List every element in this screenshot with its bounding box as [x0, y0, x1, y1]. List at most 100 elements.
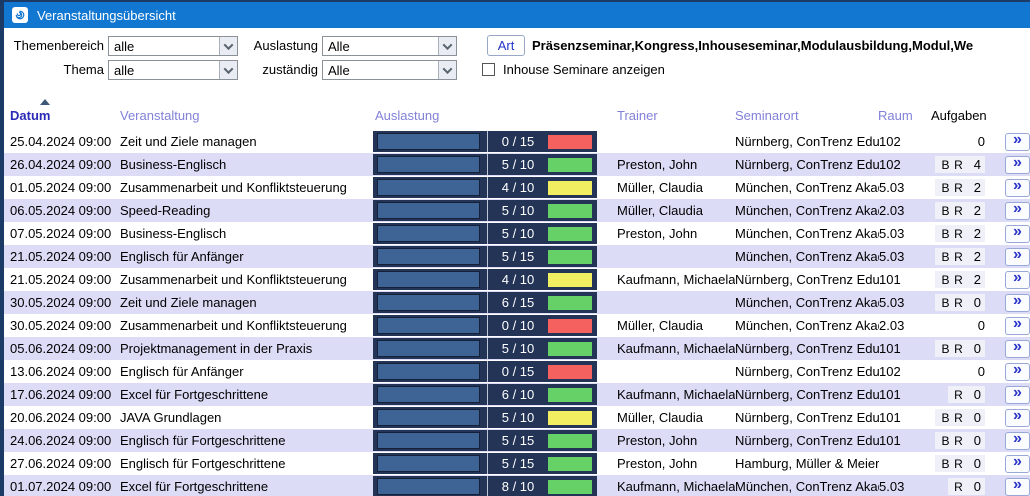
- table-row[interactable]: 27.06.2024 09:00 Englisch für Fortgeschr…: [4, 452, 1030, 475]
- status-indicator: [548, 158, 592, 172]
- double-chevron-icon: »: [1013, 225, 1022, 239]
- task-badge-box: BR0: [935, 294, 985, 311]
- occupancy-strip: 5 / 15: [373, 246, 597, 267]
- open-row-button[interactable]: »: [1005, 202, 1030, 220]
- task-badge-b[interactable]: B: [939, 204, 952, 218]
- row-date: 27.06.2024 09:00: [4, 456, 120, 471]
- task-count: 0: [971, 456, 981, 471]
- task-badge-r[interactable]: R: [952, 411, 965, 425]
- task-badge-box: BR2: [935, 179, 985, 196]
- table-row[interactable]: 05.06.2024 09:00 Projektmanagement in de…: [4, 337, 1030, 360]
- task-badge-b[interactable]: B: [939, 227, 952, 241]
- task-badge-r[interactable]: R: [952, 434, 965, 448]
- open-row-button[interactable]: »: [1005, 455, 1030, 473]
- occupancy-count: 4 / 10: [488, 180, 548, 195]
- title-bar[interactable]: Veranstaltungsübersicht: [4, 2, 1030, 28]
- table-row[interactable]: 13.06.2024 09:00 Englisch für Anfänger 0…: [4, 360, 1030, 383]
- column-header-veranstaltung[interactable]: Veranstaltung: [120, 108, 200, 123]
- double-chevron-icon: »: [1013, 363, 1022, 377]
- task-badge-r[interactable]: R: [952, 342, 965, 356]
- open-row-button[interactable]: »: [1005, 363, 1030, 381]
- column-header-datum[interactable]: Datum: [10, 108, 50, 123]
- open-row-button[interactable]: »: [1005, 248, 1030, 266]
- auslastung-select[interactable]: Alle: [322, 36, 457, 56]
- open-row-button[interactable]: »: [1005, 317, 1030, 335]
- task-badge-r[interactable]: R: [952, 480, 965, 494]
- table-row[interactable]: 24.06.2024 09:00 Englisch für Fortgeschr…: [4, 429, 1030, 452]
- occupancy-bar: [373, 179, 487, 196]
- open-row-button[interactable]: »: [1005, 294, 1030, 312]
- occupancy-bar: [373, 363, 487, 380]
- row-trainer: Kaufmann, Michaela: [617, 341, 735, 356]
- table-row[interactable]: 06.05.2024 09:00 Speed-Reading 5 / 10 Mü…: [4, 199, 1030, 222]
- task-badge-b[interactable]: B: [939, 434, 952, 448]
- row-date: 25.04.2024 09:00: [4, 134, 120, 149]
- task-badge-r[interactable]: R: [952, 457, 965, 471]
- occupancy-strip: 0 / 15: [373, 131, 597, 152]
- task-count: 0: [975, 134, 985, 149]
- open-row-button[interactable]: »: [1005, 179, 1030, 197]
- task-badge-r[interactable]: R: [952, 204, 965, 218]
- row-veranstaltung: Speed-Reading: [120, 203, 373, 218]
- task-badge-r[interactable]: R: [952, 296, 965, 310]
- open-row-button[interactable]: »: [1005, 340, 1030, 358]
- occupancy-strip: 6 / 10: [373, 384, 597, 405]
- window-title: Veranstaltungsübersicht: [37, 8, 176, 23]
- row-seminarort: Nürnberg, ConTrenz Edu: [735, 134, 879, 149]
- task-badge-r[interactable]: R: [952, 227, 965, 241]
- table-row[interactable]: 01.05.2024 09:00 Zusammenarbeit und Konf…: [4, 176, 1030, 199]
- table-row[interactable]: 25.04.2024 09:00 Zeit und Ziele managen …: [4, 130, 1030, 153]
- zustaendig-select[interactable]: Alle: [322, 60, 457, 80]
- tasks-cell: 0: [927, 318, 997, 333]
- task-badge-r[interactable]: R: [952, 250, 965, 264]
- open-row-button[interactable]: »: [1005, 432, 1030, 450]
- table-row[interactable]: 20.06.2024 09:00 JAVA Grundlagen 5 / 10 …: [4, 406, 1030, 429]
- zustaendig-value: Alle: [323, 63, 438, 78]
- open-row-button[interactable]: »: [1005, 478, 1030, 496]
- task-badge-r[interactable]: R: [952, 181, 965, 195]
- task-badge-b[interactable]: B: [939, 250, 952, 264]
- task-badge-b[interactable]: B: [939, 411, 952, 425]
- column-header-auslastung[interactable]: Auslastung: [375, 108, 439, 123]
- chevron-down-icon[interactable]: [438, 37, 456, 55]
- table-row[interactable]: 01.07.2024 09:00 Excel für Fortgeschritt…: [4, 475, 1030, 496]
- open-row-button[interactable]: »: [1005, 271, 1030, 289]
- task-badge-b[interactable]: B: [939, 158, 952, 172]
- occupancy-bar: [373, 317, 487, 334]
- task-badge-box: BR4: [935, 156, 985, 173]
- row-seminarort: München, ConTrenz Akad: [735, 226, 879, 241]
- task-badge-r[interactable]: R: [952, 158, 965, 172]
- table-header: Datum Veranstaltung Auslastung Trainer S…: [4, 98, 1030, 130]
- row-date: 06.05.2024 09:00: [4, 203, 120, 218]
- art-button[interactable]: Art: [487, 35, 525, 56]
- open-row-button[interactable]: »: [1005, 156, 1030, 174]
- occupancy-count: 0 / 15: [488, 134, 548, 149]
- chevron-down-icon[interactable]: [438, 61, 456, 79]
- open-row-button[interactable]: »: [1005, 133, 1030, 151]
- open-row-button[interactable]: »: [1005, 225, 1030, 243]
- table-row[interactable]: 17.06.2024 09:00 Excel für Fortgeschritt…: [4, 383, 1030, 406]
- table-row[interactable]: 26.04.2024 09:00 Business-Englisch 5 / 1…: [4, 153, 1030, 176]
- occupancy-count: 5 / 10: [488, 341, 548, 356]
- inhouse-checkbox[interactable]: [482, 63, 495, 76]
- table-row[interactable]: 21.05.2024 09:00 Zusammenarbeit und Konf…: [4, 268, 1030, 291]
- task-badge-b[interactable]: B: [939, 457, 952, 471]
- column-header-trainer[interactable]: Trainer: [617, 108, 658, 123]
- row-raum: 101: [879, 272, 927, 287]
- task-badge-b[interactable]: B: [939, 181, 952, 195]
- task-badge-r[interactable]: R: [952, 388, 965, 402]
- column-header-seminarort[interactable]: Seminarort: [735, 108, 799, 123]
- task-badge-r[interactable]: R: [952, 273, 965, 287]
- table-row[interactable]: 07.05.2024 09:00 Business-Englisch 5 / 1…: [4, 222, 1030, 245]
- table-row[interactable]: 21.05.2024 09:00 Englisch für Anfänger 5…: [4, 245, 1030, 268]
- open-row-button[interactable]: »: [1005, 386, 1030, 404]
- task-badge-b[interactable]: B: [939, 296, 952, 310]
- open-row-button[interactable]: »: [1005, 409, 1030, 427]
- task-badge-b[interactable]: B: [939, 342, 952, 356]
- occupancy-strip: 4 / 10: [373, 177, 597, 198]
- table-row[interactable]: 30.05.2024 09:00 Zusammenarbeit und Konf…: [4, 314, 1030, 337]
- task-badge-b[interactable]: B: [939, 273, 952, 287]
- table-row[interactable]: 30.05.2024 09:00 Zeit und Ziele managen …: [4, 291, 1030, 314]
- occupancy-count: 5 / 15: [488, 456, 548, 471]
- column-header-raum[interactable]: Raum: [878, 108, 913, 123]
